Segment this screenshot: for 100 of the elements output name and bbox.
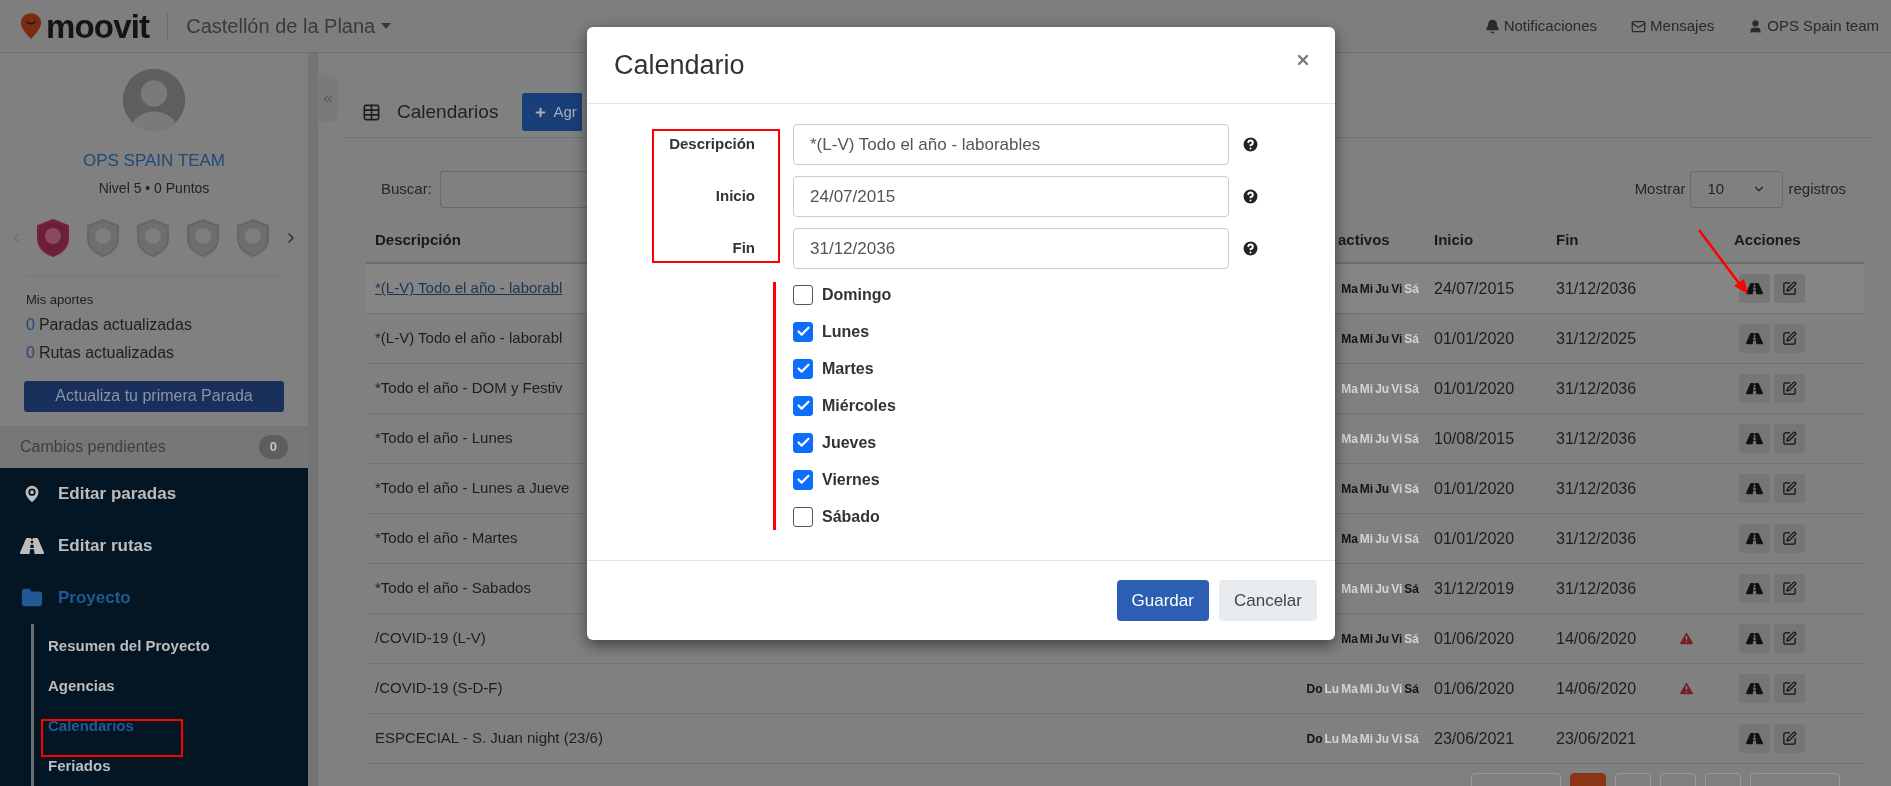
weekday-label: Sá (1404, 680, 1419, 698)
text-field[interactable]: *(L-V) Todo el año - laborables (793, 124, 1229, 165)
weekday-label: Mi (1359, 530, 1374, 548)
weekday-label: Ju (1375, 280, 1390, 298)
weekday-label: Vi (1391, 380, 1403, 398)
weekday-label: Ma (1341, 730, 1358, 748)
edit-button[interactable] (1774, 274, 1805, 303)
cancel-button[interactable]: Cancelar (1218, 580, 1317, 621)
help-icon[interactable] (1241, 239, 1260, 258)
routes-button[interactable] (1739, 674, 1770, 703)
start-date-cell-text: 01/01/2020 (1433, 478, 1516, 499)
end-date-cell-text: 31/12/2036 (1555, 578, 1638, 599)
start-date-cell-text: 23/06/2021 (1433, 728, 1516, 749)
topbar-link[interactable]: OPS Spain team (1748, 14, 1879, 38)
checkbox[interactable] (793, 395, 813, 416)
weekday-label: Vi (1391, 280, 1403, 298)
table-icon (362, 102, 381, 122)
routes-button[interactable] (1739, 324, 1770, 353)
weekday-label: Sá (1404, 730, 1419, 748)
check-icon (795, 361, 811, 376)
end-date-cell-text: 31/12/2036 (1555, 478, 1638, 499)
sidebar-scrollbar[interactable] (308, 53, 318, 786)
weekday-label: Ju (1375, 380, 1390, 398)
weekday-label: Do (1306, 730, 1323, 748)
topbar-link[interactable]: Mensajes (1631, 14, 1715, 38)
road-icon (1746, 681, 1763, 696)
weekday-label: Ma (1341, 330, 1358, 348)
edit-button[interactable] (1774, 374, 1805, 403)
weekday-label: Sá (1404, 280, 1419, 298)
start-date-cell-text: 10/08/2015 (1433, 428, 1516, 449)
checkbox-label: Lunes (822, 321, 870, 342)
nav-subitem[interactable]: Resumen del Proyecto (34, 626, 308, 666)
end-date-cell-text: 31/12/2036 (1555, 528, 1638, 549)
routes-button[interactable] (1739, 374, 1770, 403)
edit-button[interactable] (1774, 524, 1805, 553)
checkbox[interactable] (793, 506, 813, 527)
topbar-link[interactable]: Notificaciones (1484, 14, 1598, 38)
edit-button[interactable] (1774, 674, 1805, 703)
start-date-cell-text: 01/01/2020 (1433, 328, 1516, 349)
routes-button[interactable] (1739, 424, 1770, 453)
field-label: Inicio (714, 186, 755, 207)
edit-icon (1782, 481, 1797, 496)
checkbox-label: Jueves (822, 432, 877, 453)
weekday-label: Ma (1341, 380, 1358, 398)
end-date-cell-text: 31/12/2036 (1555, 428, 1638, 449)
add-button[interactable]: Agr (522, 93, 583, 131)
routes-button[interactable] (1739, 574, 1770, 603)
road-icon (1746, 381, 1763, 396)
routes-button[interactable] (1739, 624, 1770, 653)
weekday-label: Ju (1375, 430, 1390, 448)
weekday-label: Sá (1404, 380, 1419, 398)
folder-icon (20, 587, 44, 609)
page-size-select[interactable]: 10 (1690, 170, 1784, 208)
edit-button[interactable] (1774, 474, 1805, 503)
description-cell-text: *Todo el año - Sabados (374, 578, 531, 599)
column-header: Descripción (375, 229, 461, 250)
update-stop-button[interactable]: Actualiza tu primera Parada (24, 381, 284, 412)
weekday-label: Vi (1391, 480, 1403, 498)
routes-button[interactable] (1739, 524, 1770, 553)
routes-button[interactable] (1739, 724, 1770, 753)
checkbox[interactable] (793, 284, 813, 305)
weekday-label: Ma (1341, 480, 1358, 498)
save-button[interactable]: Guardar (1116, 580, 1209, 621)
description-cell-text: *Todo el año - Lunes a Jueve (374, 478, 570, 499)
checkbox-label: Miércoles (822, 395, 896, 416)
routes-button[interactable] (1739, 274, 1770, 303)
routes-button[interactable] (1739, 474, 1770, 503)
text-field[interactable]: 24/07/2015 (793, 176, 1229, 217)
weekday-label: Ma (1341, 580, 1358, 598)
edit-button[interactable] (1774, 424, 1805, 453)
nav-item[interactable]: Editar paradas (0, 468, 308, 520)
column-header: Fin (1555, 229, 1580, 250)
pending-changes-label: Cambios pendientes (20, 436, 166, 457)
start-date-cell-text: 01/01/2020 (1433, 378, 1516, 399)
nav-item[interactable]: Editar rutas (0, 520, 308, 572)
road-icon (1746, 431, 1763, 446)
checkbox[interactable] (793, 358, 813, 379)
nav-subitem[interactable]: Agencias (34, 666, 308, 706)
description-cell[interactable]: *(L-V) Todo el año - laborabl (366, 277, 563, 300)
start-date-cell-text: 24/07/2015 (1433, 278, 1516, 299)
checkbox[interactable] (793, 432, 813, 453)
checkbox[interactable] (793, 469, 813, 490)
edit-button[interactable] (1774, 324, 1805, 353)
text-field[interactable]: 31/12/2036 (793, 228, 1229, 269)
weekday-label: Sá (1404, 530, 1419, 548)
nav-subitem[interactable]: Feriados (34, 746, 308, 786)
road-icon (1746, 581, 1763, 596)
checkbox[interactable] (793, 321, 813, 342)
check-icon (795, 324, 811, 339)
contribution-label: Rutas actualizadas (38, 343, 175, 363)
weekday-label: Lu (1324, 730, 1340, 748)
help-icon[interactable] (1241, 135, 1260, 154)
edit-button[interactable] (1774, 624, 1805, 653)
column-header: activos (1337, 229, 1391, 250)
edit-button[interactable] (1774, 724, 1805, 753)
close-icon[interactable] (1295, 52, 1311, 68)
road-icon (20, 535, 44, 557)
edit-button[interactable] (1774, 574, 1805, 603)
edit-icon (1782, 681, 1797, 696)
help-icon[interactable] (1241, 187, 1260, 206)
